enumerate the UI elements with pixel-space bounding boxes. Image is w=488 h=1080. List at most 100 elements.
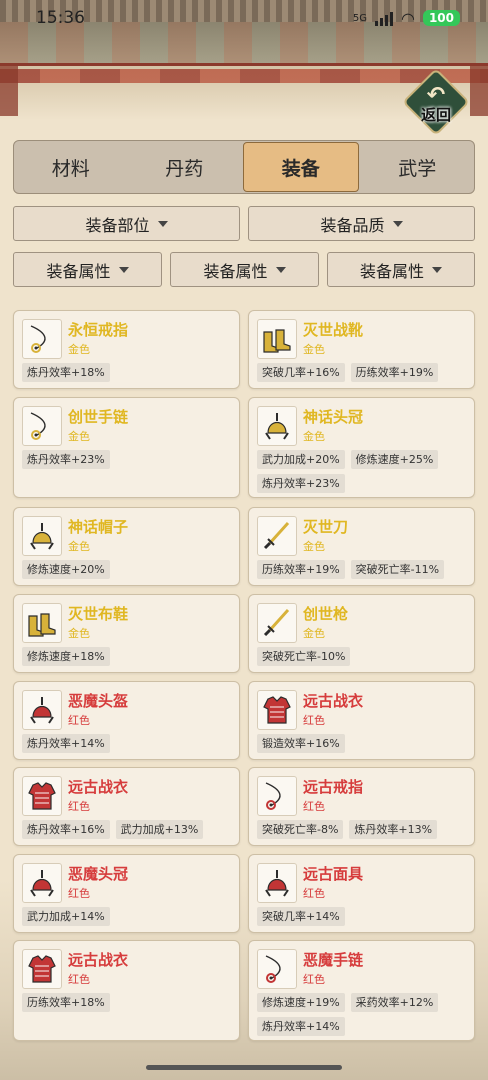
caret-down-icon bbox=[157, 220, 168, 227]
stat-tag: 突破几率+16% bbox=[257, 363, 345, 382]
item-name: 灭世布鞋 bbox=[68, 605, 129, 623]
item-stats: 武力加成+14% bbox=[22, 907, 237, 926]
item-grade: 红色 bbox=[303, 800, 325, 813]
shoes-icon bbox=[22, 603, 62, 643]
tab-martial-arts[interactable]: 武学 bbox=[361, 141, 475, 193]
tab-equipment[interactable]: 装备 bbox=[243, 142, 359, 192]
item-card[interactable]: 恶魔头冠红色武力加成+14% bbox=[13, 854, 240, 933]
stat-tag: 炼丹效率+23% bbox=[22, 450, 110, 469]
item-grade: 金色 bbox=[303, 627, 325, 640]
caret-down-icon bbox=[275, 266, 286, 273]
ring-icon bbox=[257, 776, 297, 816]
item-stats: 突破几率+14% bbox=[257, 907, 472, 926]
stat-tag: 武力加成+14% bbox=[22, 907, 110, 926]
roof-beam-decoration bbox=[0, 69, 488, 83]
home-indicator bbox=[146, 1065, 342, 1070]
stat-tag: 突破死亡率-11% bbox=[350, 560, 445, 579]
item-stats: 炼丹效率+16% 武力加成+13% bbox=[22, 820, 237, 839]
stat-tag: 修炼速度+25% bbox=[350, 450, 439, 469]
item-name: 远古战衣 bbox=[303, 692, 364, 710]
item-stats: 修炼速度+18% bbox=[22, 647, 237, 666]
stat-tag: 修炼速度+20% bbox=[22, 560, 110, 579]
category-tabs: 材料 丹药 装备 武学 bbox=[13, 140, 475, 194]
item-stats: 炼丹效率+14% bbox=[22, 734, 237, 753]
item-stats: 修炼速度+20% bbox=[22, 560, 237, 579]
stat-tag: 炼丹效率+16% bbox=[22, 820, 110, 839]
wifi-icon: ◠ bbox=[400, 8, 415, 28]
stat-tag: 修炼速度+18% bbox=[22, 647, 110, 666]
right-pillar-decoration bbox=[470, 66, 488, 116]
item-name: 恶魔手链 bbox=[303, 951, 364, 969]
filter-attr1-dropdown[interactable]: 装备属性 bbox=[13, 252, 162, 287]
stat-tag: 炼丹效率+13% bbox=[349, 820, 438, 839]
filter-attr3-label: 装备属性 bbox=[359, 261, 424, 281]
stat-tag: 炼丹效率+14% bbox=[22, 734, 110, 753]
filter-attr1-label: 装备属性 bbox=[46, 261, 111, 281]
armor-icon bbox=[22, 949, 62, 989]
item-stats: 突破死亡率-8% 炼丹效率+13% bbox=[257, 820, 472, 839]
item-card[interactable]: 恶魔头盔红色炼丹效率+14% bbox=[13, 681, 240, 760]
item-grade: 金色 bbox=[303, 540, 325, 553]
tab-pills[interactable]: 丹药 bbox=[128, 141, 242, 193]
item-grade: 红色 bbox=[68, 887, 90, 900]
filter-quality-dropdown[interactable]: 装备品质 bbox=[248, 206, 475, 241]
filter-attr3-dropdown[interactable]: 装备属性 bbox=[327, 252, 475, 287]
stat-tag: 武力加成+20% bbox=[257, 450, 345, 469]
filter-attr2-dropdown[interactable]: 装备属性 bbox=[170, 252, 319, 287]
caret-down-icon bbox=[432, 266, 442, 273]
item-grade: 金色 bbox=[303, 343, 325, 356]
item-name: 远古戒指 bbox=[303, 778, 364, 796]
item-stats: 突破几率+16% 历练效率+19% bbox=[257, 363, 472, 382]
stat-tag: 修炼速度+19% bbox=[257, 993, 345, 1012]
item-name: 灭世刀 bbox=[303, 518, 349, 536]
item-card[interactable]: 远古战衣 红色 锻造效率+16% bbox=[248, 681, 475, 760]
stat-tag: 炼丹效率+14% bbox=[257, 1017, 345, 1036]
stat-tag: 锻造效率+16% bbox=[257, 734, 345, 753]
spear-icon bbox=[257, 603, 297, 643]
item-card[interactable]: 恶魔手链红色修炼速度+19% 采药效率+12% 炼丹效率+14% bbox=[248, 940, 475, 1041]
item-card[interactable]: 灭世布鞋金色修炼速度+18% bbox=[13, 594, 240, 673]
filter-quality-label: 装备品质 bbox=[320, 215, 385, 235]
back-label[interactable]: 返回 bbox=[412, 104, 460, 125]
item-name: 恶魔头盔 bbox=[68, 692, 129, 710]
item-card[interactable]: 远古战衣 红色 历练效率+18% bbox=[13, 940, 240, 1041]
item-grade: 金色 bbox=[68, 627, 90, 640]
item-card[interactable]: 神话帽子 金色 修炼速度+20% bbox=[13, 507, 240, 586]
helmet-icon bbox=[257, 406, 297, 446]
item-name: 远古面具 bbox=[303, 865, 364, 883]
item-grade: 金色 bbox=[68, 343, 90, 356]
item-card[interactable]: 神话头冠 金色 武力加成+20% 修炼速度+25% 炼丹效率+23% bbox=[248, 397, 475, 498]
mask-icon bbox=[257, 863, 297, 903]
item-card[interactable]: 远古面具 红色 突破几率+14% bbox=[248, 854, 475, 933]
item-card[interactable]: 创世枪 金色 突破死亡率-10% bbox=[248, 594, 475, 673]
item-name: 神话帽子 bbox=[68, 518, 129, 536]
item-card[interactable]: 灭世战靴 金色 突破几率+16% 历练效率+19% bbox=[248, 310, 475, 389]
item-grade: 红色 bbox=[303, 973, 325, 986]
helmet-icon bbox=[22, 863, 62, 903]
filter-attr2-label: 装备属性 bbox=[203, 261, 268, 281]
stat-tag: 历练效率+18% bbox=[22, 993, 110, 1012]
item-name: 远古战衣 bbox=[68, 951, 129, 969]
item-card[interactable]: 远古戒指红色突破死亡率-8% 炼丹效率+13% bbox=[248, 767, 475, 846]
boots-icon bbox=[257, 319, 297, 359]
stat-tag: 突破几率+14% bbox=[257, 907, 345, 926]
item-card[interactable]: 创世手链 金色 炼丹效率+23% bbox=[13, 397, 240, 498]
item-card[interactable]: 远古战衣 红色 炼丹效率+16% 武力加成+13% bbox=[13, 767, 240, 846]
item-card[interactable]: 永恒戒指 金色 炼丹效率+18% bbox=[13, 310, 240, 389]
tab-materials[interactable]: 材料 bbox=[14, 141, 128, 193]
item-name: 创世手链 bbox=[68, 408, 129, 426]
item-stats: 炼丹效率+18% bbox=[22, 363, 237, 382]
item-card[interactable]: 灭世刀 金色 历练效率+19% 突破死亡率-11% bbox=[248, 507, 475, 586]
item-stats: 修炼速度+19% 采药效率+12% 炼丹效率+14% bbox=[257, 993, 472, 1036]
item-name: 恶魔头冠 bbox=[68, 865, 129, 883]
filter-slot-dropdown[interactable]: 装备部位 bbox=[13, 206, 240, 241]
caret-down-icon bbox=[118, 266, 129, 273]
item-grade: 红色 bbox=[68, 714, 90, 727]
battery-icon: 100 bbox=[422, 10, 460, 26]
item-name: 远古战衣 bbox=[68, 778, 129, 796]
status-icons: 5G ◠ 100 bbox=[353, 9, 460, 28]
left-pillar-decoration bbox=[0, 66, 18, 116]
stat-tag: 历练效率+19% bbox=[350, 363, 439, 382]
stat-tag: 武力加成+13% bbox=[115, 820, 204, 839]
signal-icon bbox=[374, 10, 393, 26]
